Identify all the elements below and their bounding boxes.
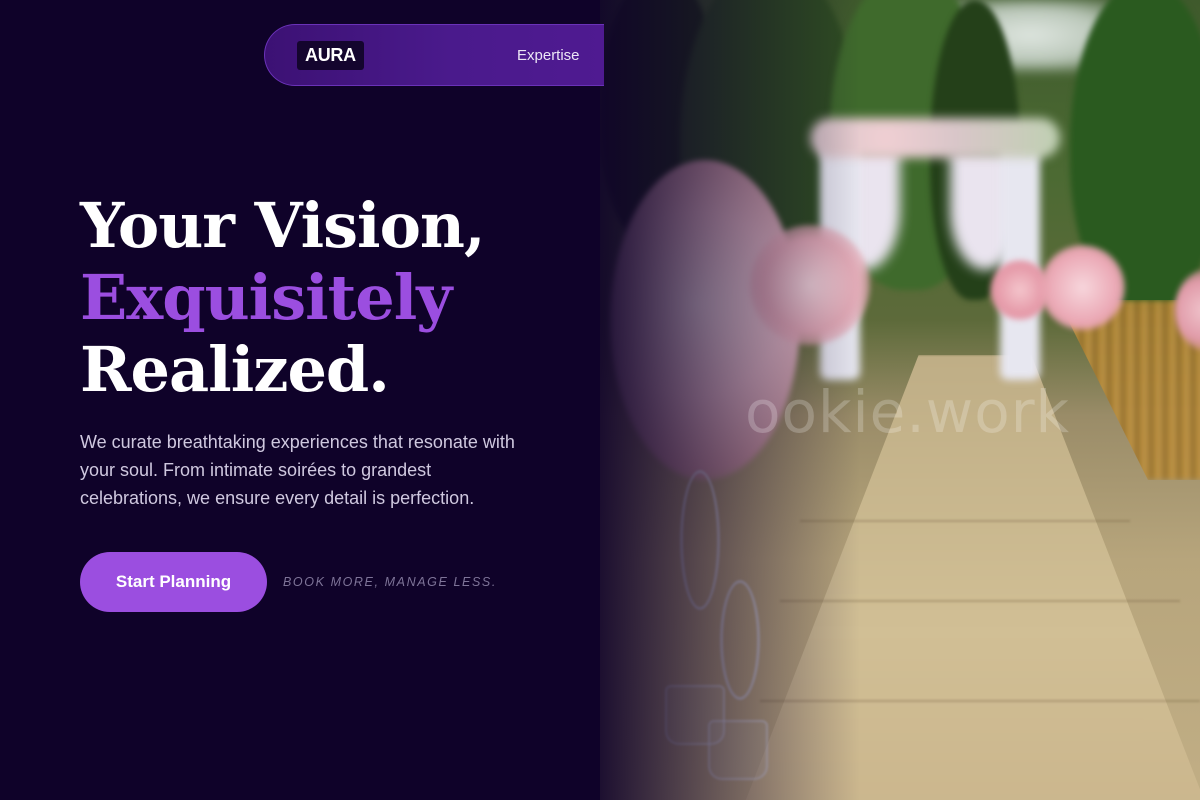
hero-description: We curate breathtaking experiences that … [80,432,515,508]
headline-line-3: Realized. [80,333,390,406]
headline-line-2-accent: Exquisitely [80,261,452,334]
top-navbar: AURA Expertise [264,24,604,86]
brand-logo[interactable]: AURA [297,41,364,70]
hero-headline: Your Vision, Exquisitely Realized. [80,189,486,406]
photo-flower-bouquet [1040,245,1125,330]
headline-line-1: Your Vision, [80,189,486,262]
hero-content-panel: AURA Expertise Your Vision, Exquisitely … [0,0,604,800]
photo-arch-post [1000,130,1040,380]
hero-photo: ookie.work [600,0,1200,800]
hero-tagline: BOOK MORE, MANAGE LESS. [283,575,497,589]
nav-link-expertise[interactable]: Expertise [517,46,580,66]
start-planning-button[interactable]: Start Planning [80,552,267,612]
watermark-text: ookie.work [745,378,1071,446]
